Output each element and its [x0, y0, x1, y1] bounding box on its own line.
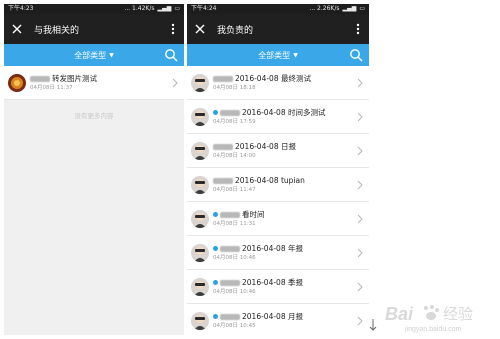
chevron-right-icon — [357, 146, 363, 155]
chevron-right-icon — [357, 180, 363, 189]
item-title: 2016-04-08 日报 — [235, 142, 296, 151]
battery-icon: ▭ — [359, 5, 365, 12]
status-bar: 下午4:23 ... 1.42K/s ▂▄▆ ▭ — [4, 4, 184, 14]
type-filter-bar: 全部类型 ▼ — [4, 44, 184, 66]
watermark-brand: Bai — [385, 304, 414, 324]
scroll-down-arrow-icon — [369, 319, 377, 331]
chevron-right-icon — [357, 248, 363, 257]
left-phone-screen: 下午4:23 ... 1.42K/s ▂▄▆ ▭ 与我相关的 全部类型 ▼ 转发… — [4, 4, 184, 335]
type-filter-bar: 全部类型 ▼ — [187, 44, 369, 66]
blurred-name — [30, 75, 50, 82]
watermark-brand-2: 经验 — [443, 305, 473, 323]
signal-icon: ▂▄▆ — [342, 5, 357, 12]
blurred-name — [220, 109, 240, 116]
list-item[interactable]: 2016-04-08 tupian 04月08日 11:47 — [187, 168, 369, 202]
list-item[interactable]: 看时间 04月08日 11:31 — [187, 202, 369, 236]
baidu-jingyan-watermark: Bai 经验 jingyan.baidu.com — [383, 298, 497, 336]
avatar — [191, 107, 209, 126]
app-toolbar: 与我相关的 — [4, 14, 184, 44]
right-phone-screen: 下午4:24 ... 2.26K/s ▂▄▆ ▭ 我负责的 全部类型 ▼ 201… — [187, 4, 369, 335]
unread-dot-icon — [213, 314, 218, 319]
battery-icon: ▭ — [174, 5, 180, 12]
signal-icon: ▂▄▆ — [157, 5, 172, 12]
related-list: 转发图片测试 04月08日 11:37 没有更多内容 — [4, 66, 184, 120]
item-title: 看时间 — [242, 210, 265, 219]
item-title: 2016-04-08 时间多测试 — [242, 108, 326, 117]
blurred-name — [220, 245, 240, 252]
list-item[interactable]: 2016-04-08 月报 04月08日 10:45 — [187, 304, 369, 335]
search-icon[interactable] — [349, 48, 363, 62]
network-speed: ... 2.26K/s — [309, 5, 340, 12]
unread-dot-icon — [213, 246, 218, 251]
blurred-name — [220, 313, 240, 320]
item-date: 04月08日 14:00 — [213, 153, 256, 159]
unread-dot-icon — [213, 212, 218, 217]
chevron-right-icon — [357, 214, 363, 223]
paw-icon — [424, 305, 439, 320]
item-date: 04月08日 10:45 — [213, 323, 256, 329]
status-time: 下午4:23 — [8, 5, 34, 12]
item-title: 2016-04-08 年报 — [242, 244, 303, 253]
type-filter-dropdown[interactable]: 全部类型 ▼ — [258, 50, 298, 61]
item-title: 2016-04-08 最终测试 — [235, 74, 311, 83]
item-title: 2016-04-08 月报 — [242, 312, 303, 321]
item-date: 04月08日 17:59 — [213, 119, 256, 125]
item-date: 04月08日 10:46 — [213, 289, 256, 295]
list-item[interactable]: 转发图片测试 04月08日 11:37 — [4, 66, 184, 100]
no-more-content-text: 没有更多内容 — [74, 112, 114, 120]
item-date: 04月08日 11:31 — [213, 221, 256, 227]
avatar — [191, 277, 209, 296]
chevron-right-icon — [357, 316, 363, 325]
blurred-name — [213, 75, 233, 82]
type-filter-dropdown[interactable]: 全部类型 ▼ — [74, 50, 114, 61]
list-item[interactable]: 2016-04-08 最终测试 04月08日 18:18 — [187, 66, 369, 100]
blurred-name — [213, 177, 233, 184]
avatar — [8, 73, 26, 92]
search-icon[interactable] — [164, 48, 178, 62]
responsible-list: 2016-04-08 最终测试 04月08日 18:18 2016-04-08 时间… — [187, 66, 369, 335]
blurred-name — [213, 143, 233, 150]
status-bar: 下午4:24 ... 2.26K/s ▂▄▆ ▭ — [187, 4, 369, 14]
close-icon[interactable] — [193, 22, 207, 36]
chevron-right-icon — [172, 78, 178, 87]
blurred-name — [220, 279, 240, 286]
avatar — [191, 243, 209, 262]
more-menu-icon[interactable] — [168, 21, 178, 37]
chevron-right-icon — [357, 78, 363, 87]
more-menu-icon[interactable] — [353, 21, 363, 37]
item-date: 04月08日 10:46 — [213, 255, 256, 261]
app-toolbar: 我负责的 — [187, 14, 369, 44]
page-title: 我负责的 — [217, 25, 254, 36]
dropdown-triangle-icon: ▼ — [109, 51, 114, 59]
unread-dot-icon — [213, 280, 218, 285]
watermark-url: jingyan.baidu.com — [404, 326, 462, 333]
unread-dot-icon — [213, 110, 218, 115]
status-time: 下午4:24 — [191, 5, 217, 12]
network-speed: ... 1.42K/s — [124, 5, 155, 12]
item-title: 转发图片测试 — [52, 74, 97, 83]
item-date: 04月08日 11:47 — [213, 187, 256, 193]
type-filter-label: 全部类型 — [74, 50, 107, 60]
item-date: 04月08日 18:18 — [213, 85, 256, 91]
chevron-right-icon — [357, 282, 363, 291]
list-item[interactable]: 2016-04-08 时间多测试 04月08日 17:59 — [187, 100, 369, 134]
list-item[interactable]: 2016-04-08 年报 04月08日 10:46 — [187, 236, 369, 270]
screenshot-stage: 下午4:23 ... 1.42K/s ▂▄▆ ▭ 与我相关的 全部类型 ▼ 转发… — [0, 0, 500, 339]
list-item[interactable]: 2016-04-08 季报 04月08日 10:46 — [187, 270, 369, 304]
avatar — [191, 311, 209, 330]
avatar — [191, 73, 209, 92]
item-title: 2016-04-08 季报 — [242, 278, 303, 287]
blurred-name — [220, 211, 240, 218]
item-title: 2016-04-08 tupian — [235, 176, 305, 185]
avatar — [191, 141, 209, 160]
list-item[interactable]: 2016-04-08 日报 04月08日 14:00 — [187, 134, 369, 168]
page-title: 与我相关的 — [34, 25, 80, 36]
avatar — [191, 209, 209, 228]
type-filter-label: 全部类型 — [258, 50, 291, 60]
dropdown-triangle-icon: ▼ — [293, 51, 298, 59]
chevron-right-icon — [357, 112, 363, 121]
item-date: 04月08日 11:37 — [30, 85, 73, 91]
close-icon[interactable] — [10, 22, 24, 36]
avatar — [191, 175, 209, 194]
